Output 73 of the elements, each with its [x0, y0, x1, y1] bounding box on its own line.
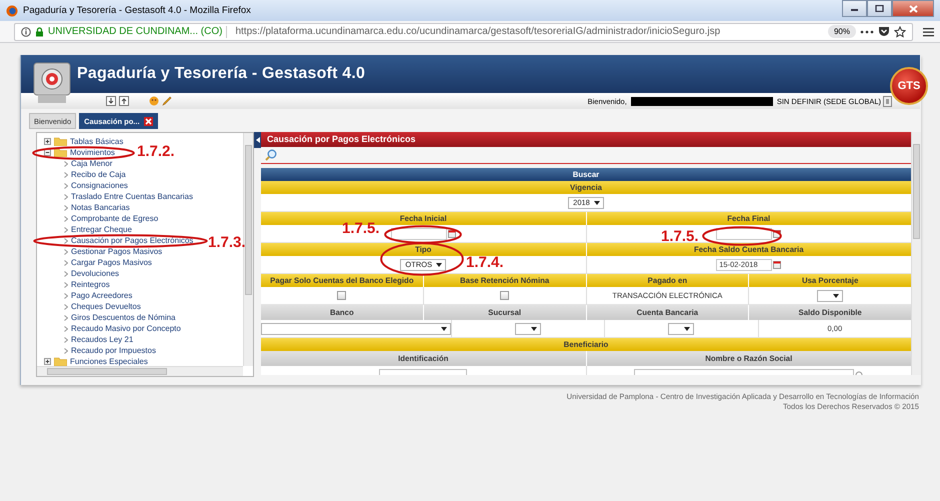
maximize-button[interactable]: [867, 0, 892, 17]
tree-item[interactable]: Recibo de Caja: [71, 170, 126, 179]
tree-item[interactable]: Pago Acreedores: [71, 291, 132, 300]
caret-icon: [531, 326, 538, 330]
checkbox[interactable]: [500, 291, 510, 300]
folder-icon: [54, 137, 67, 146]
caret-icon: [436, 262, 442, 266]
tree-item[interactable]: Giros Descuentos de Nómina: [71, 313, 176, 322]
tree-item[interactable]: Gestionar Pagos Masivos: [71, 247, 162, 256]
star-icon[interactable]: [894, 26, 906, 38]
sidebar-toggle[interactable]: [254, 132, 261, 148]
tree-item[interactable]: Devoluciones: [71, 269, 120, 278]
annotation-label: 1.7.3.: [208, 235, 246, 251]
firefox-icon: [6, 4, 18, 16]
calendar-icon[interactable]: [448, 229, 456, 238]
search-icon[interactable]: [265, 149, 277, 161]
tree-item[interactable]: Notas Bancarias: [71, 203, 130, 212]
date-field[interactable]: [390, 228, 447, 240]
tree-item[interactable]: Recaudo por Impuestos: [71, 346, 156, 355]
dropdown[interactable]: [817, 290, 844, 302]
caret-icon: [594, 200, 600, 204]
zoom-button[interactable]: 90%: [828, 25, 856, 38]
annotation-label: 1.7.5.: [661, 229, 699, 245]
minimize-button[interactable]: [842, 0, 867, 17]
window-title: Pagaduría y Tesorería - Gestasoft 4.0 - Mozilla Firefox: [23, 5, 251, 16]
exit-icon[interactable]: [883, 96, 892, 106]
pocket-icon[interactable]: [878, 26, 890, 37]
smiley-icon[interactable]: [149, 96, 159, 106]
tree-item[interactable]: Cargar Pagos Masivos: [71, 258, 152, 267]
app-title: Pagaduría y Tesorería - Gestasoft 4.0: [77, 65, 366, 83]
download-icon[interactable]: [106, 96, 116, 106]
site-identity: UNIVERSIDAD DE CUNDINAM... (CO): [48, 26, 222, 37]
tree-item[interactable]: Cheques Devueltos: [71, 302, 141, 311]
scrollbar[interactable]: [911, 132, 921, 375]
tree-item[interactable]: Recaudos Ley 21: [71, 335, 134, 344]
scrollbar[interactable]: [37, 366, 243, 376]
tree-item[interactable]: Tablas Básicas: [70, 137, 124, 146]
address-bar[interactable]: UNIVERSIDAD DE CUNDINAM... (CO) https://plataforma.ucundinamarca.edu.co/ucundinamarca/gestasoft/tesoreriaIG/administrador/inicioSeguro.jsp 90%: [14, 22, 913, 40]
close-button[interactable]: [892, 0, 934, 17]
expand-icon[interactable]: [44, 358, 51, 365]
dropdown[interactable]: [668, 322, 694, 334]
pencil-icon[interactable]: [162, 96, 172, 106]
tree-item[interactable]: Reintegros: [71, 280, 110, 289]
dropdown[interactable]: [515, 322, 542, 334]
close-icon[interactable]: [144, 116, 153, 126]
tree-item[interactable]: Comprobante de Egreso: [71, 214, 158, 223]
menu-icon[interactable]: [923, 26, 934, 36]
caret-icon: [684, 326, 690, 330]
safe-logo-icon: [32, 61, 72, 105]
tree-item[interactable]: Caja Menor: [71, 159, 112, 168]
scrollbar[interactable]: [243, 133, 253, 366]
triangle-icon: [256, 137, 260, 143]
tree-item[interactable]: Consignaciones: [71, 181, 128, 190]
folder-icon: [54, 148, 67, 157]
checkbox[interactable]: [337, 291, 346, 300]
caret-icon: [441, 326, 447, 330]
annotation-label: 1.7.4.: [466, 255, 504, 271]
url-text: https://plataforma.ucundinamarca.edu.co/ucundinamarca/gestasoft/tesoreriaIG/administrador/inicioSeguro.jsp: [235, 26, 720, 37]
info-icon: [21, 26, 31, 36]
lock-icon: [35, 26, 44, 36]
collapse-icon[interactable]: [44, 149, 51, 156]
annotation-label: 1.7.2.: [137, 144, 175, 160]
calendar-icon[interactable]: [773, 260, 782, 269]
maximize-icon: [875, 5, 884, 12]
upload-icon[interactable]: [119, 96, 129, 106]
caret-icon: [833, 294, 840, 298]
tree-item[interactable]: Recaudo Masivo por Concepto: [71, 324, 181, 333]
tree-item[interactable]: Entregar Cheque: [71, 225, 132, 234]
expand-icon[interactable]: [44, 138, 51, 145]
tree-item[interactable]: Funciones Especiales: [70, 357, 148, 366]
panel-header: Causación por Pagos Electrónicos: [261, 132, 911, 147]
tree-item[interactable]: Traslado Entre Cuentas Bancarias: [71, 192, 193, 201]
close-icon: [908, 4, 918, 12]
